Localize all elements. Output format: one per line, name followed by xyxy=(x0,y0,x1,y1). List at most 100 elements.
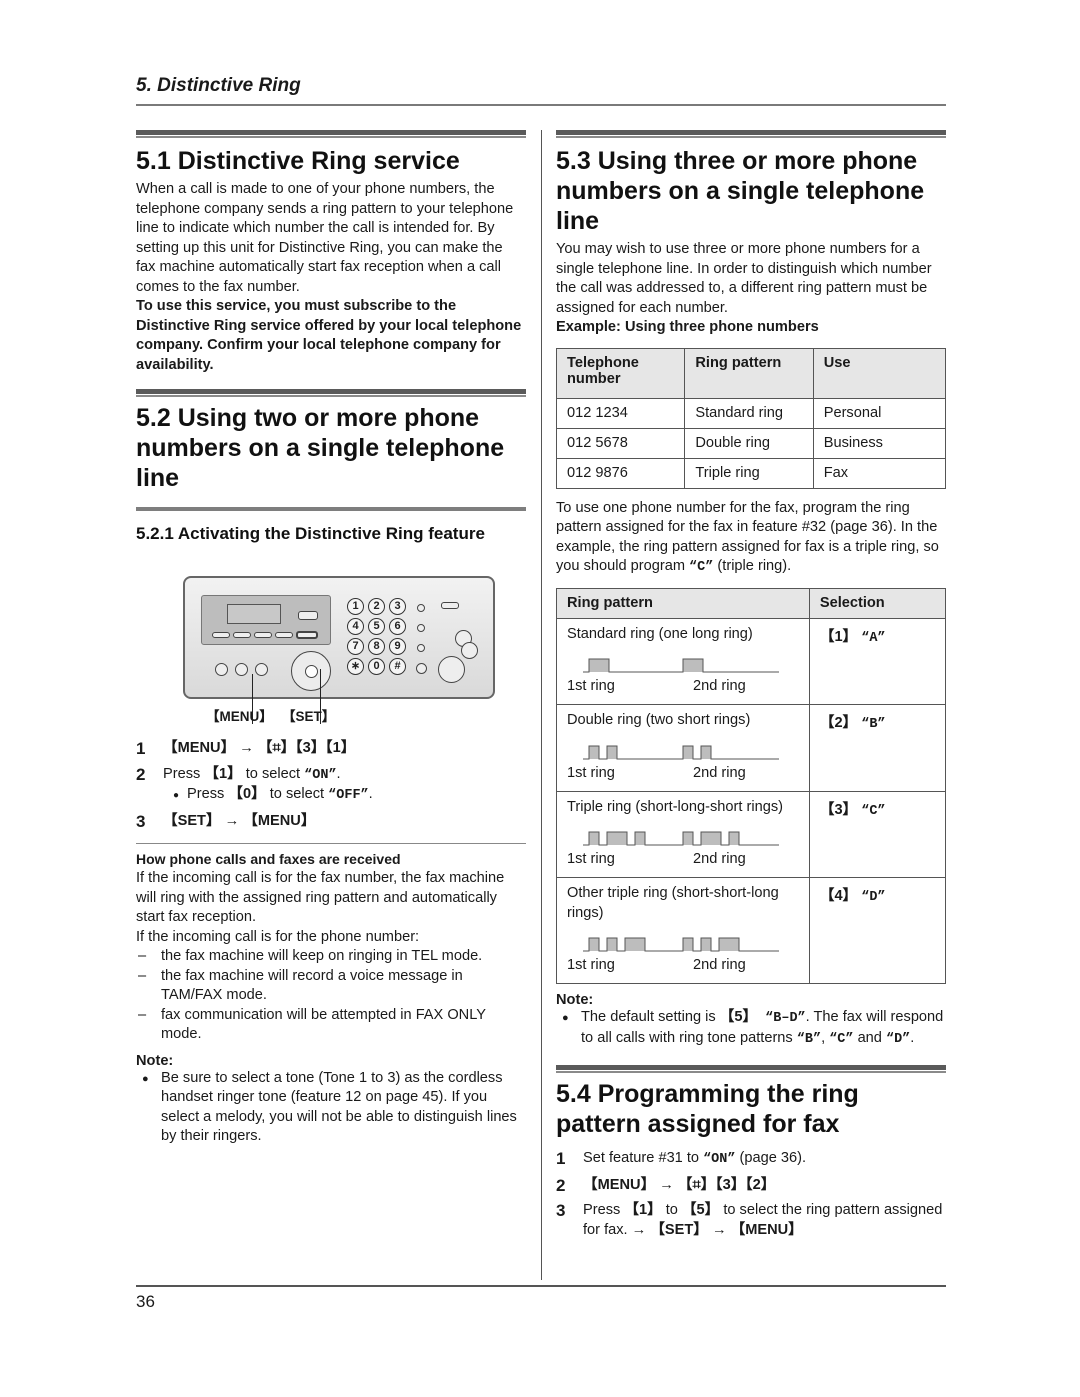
ring-pulse xyxy=(589,659,609,672)
dial-key: 3 xyxy=(389,598,406,615)
step-text: Press xyxy=(163,765,205,782)
ring-pulse xyxy=(701,745,711,759)
step-text: Press xyxy=(583,1202,625,1218)
key: 【0】 xyxy=(228,786,266,802)
arrow: → xyxy=(235,740,258,756)
section-rule xyxy=(556,130,946,138)
arrow: → xyxy=(707,1221,731,1238)
arrow: → xyxy=(655,1176,678,1193)
ring-pulse xyxy=(729,832,739,845)
text: (triple ring). xyxy=(713,558,792,574)
arrow: → xyxy=(220,812,244,829)
lcd-panel xyxy=(201,595,331,645)
menu-key: 【MENU】 xyxy=(730,1221,803,1238)
column-header: Selection xyxy=(808,587,947,619)
step-1: 1 【MENU】 → 【⌗】【3】【1】 xyxy=(136,739,526,759)
function-button xyxy=(275,632,293,638)
key: 【1】 xyxy=(204,765,242,782)
ring-description: Double ring (two short rings) xyxy=(567,712,751,728)
first-ring-label: 1st ring xyxy=(567,851,615,867)
cell-pattern: Double ring xyxy=(684,427,814,459)
step-number: 2 xyxy=(136,764,146,784)
ring-labels: 1st ring 2nd ring xyxy=(567,957,799,977)
dial-key: 5 xyxy=(368,618,385,635)
set-label: 【SET】 xyxy=(282,709,336,724)
note-title: Note: xyxy=(556,992,594,1008)
how-received-title: How phone calls and faxes are received xyxy=(136,851,401,867)
note-list: The default setting is 【5】 “B–D”. The fa… xyxy=(556,1008,946,1049)
table-row: 012 9876 Triple ring Fax xyxy=(555,457,947,489)
key: 【5】 xyxy=(719,1009,758,1025)
note-item: The default setting is 【5】 “B–D”. The fa… xyxy=(556,1008,946,1049)
function-button xyxy=(212,632,230,638)
section-rule xyxy=(136,130,526,138)
function-button xyxy=(296,631,318,639)
note-item: Be sure to select a tone (Tone 1 to 3) a… xyxy=(136,1069,526,1147)
ring-pulse xyxy=(589,745,599,759)
second-ring-label: 2nd ring xyxy=(693,851,746,867)
selection-key: 【2】 xyxy=(819,715,858,731)
round-button xyxy=(235,663,248,676)
dial-key: 6 xyxy=(389,618,406,635)
table-row: 012 5678 Double ring Business xyxy=(555,427,947,459)
table-row: Standard ring (one long ring) 1st ring 2nd… xyxy=(556,617,947,705)
second-ring-label: 2nd ring xyxy=(693,957,746,973)
ring-labels: 1st ring 2nd ring xyxy=(567,765,799,785)
ring-waveform xyxy=(583,831,779,846)
divider xyxy=(136,843,526,844)
section-rule xyxy=(136,389,526,397)
menu-label: 【MENU】 xyxy=(206,709,273,724)
dial-key: ∗ xyxy=(347,658,364,675)
indicator-light xyxy=(416,663,427,674)
subsection-title: 5.2.1 Activating the Distinctive Ring fe… xyxy=(136,524,485,543)
step-text: to select xyxy=(241,765,305,782)
display-value: “D” xyxy=(885,1031,911,1047)
page-number: 36 xyxy=(136,1292,155,1311)
cell-pattern: Double ring (two short rings) 1st ring 2nd… xyxy=(556,704,810,792)
section-5-2: 5.2 Using two or more phone numbers on a… xyxy=(136,389,526,1147)
cell-number: 012 9876 xyxy=(555,457,686,489)
table-header-row: Ring pattern Selection xyxy=(556,587,947,619)
ring-pulse xyxy=(589,832,599,845)
cell-use: Business xyxy=(812,427,947,459)
fax-body: 1 2 3 4 5 6 7 8 9 ∗ 0 # xyxy=(183,576,495,699)
page-header: 5. Distinctive Ring xyxy=(136,74,946,98)
how-received-intro: If the incoming call is for the phone nu… xyxy=(136,928,420,945)
column-header: Ring pattern xyxy=(556,587,810,619)
ring-pulse xyxy=(607,832,627,845)
section-title: 5.4 Programming the ring pattern assigne… xyxy=(556,1080,859,1138)
panel-button xyxy=(298,611,318,620)
step-text: . xyxy=(368,786,373,802)
cell-selection: 【3】 “C” xyxy=(808,790,947,878)
step-text: . xyxy=(336,765,341,782)
menu-button xyxy=(255,663,268,676)
selection-key: 【4】 xyxy=(819,888,858,904)
key: 【5】 xyxy=(681,1202,720,1218)
phone-numbers-table: Telephone number Ring pattern Use 012 12… xyxy=(555,347,947,489)
column-header: Use xyxy=(812,347,947,399)
ring-description: Triple ring (short-long-short rings) xyxy=(567,798,783,815)
section-body: When a call is made to one of your phone… xyxy=(136,181,514,295)
figure-labels: 【MENU】 【SET】 xyxy=(136,705,526,727)
after-table-text: To use one phone number for the fax, pro… xyxy=(556,499,946,578)
mode-list-item: fax communication will be attempted in F… xyxy=(136,1006,526,1045)
step-text: to select xyxy=(265,786,329,802)
note-list: Be sure to select a tone (Tone 1 to 3) a… xyxy=(136,1069,526,1147)
dial-key: 1 xyxy=(347,598,364,615)
step-3: 3 Press 【1】 to 【5】 to select the ring pa… xyxy=(556,1201,946,1240)
dial-key: 0 xyxy=(368,658,385,675)
column-header: Ring pattern xyxy=(684,347,814,399)
footer-rule xyxy=(136,1285,946,1287)
example-title: Example: Using three phone numbers xyxy=(556,319,819,335)
step-number: 2 xyxy=(556,1175,566,1195)
step-text: Press xyxy=(187,786,229,802)
key: 【1】 xyxy=(624,1202,662,1218)
selection-value: “A” xyxy=(861,630,886,646)
mode-list-item: the fax machine will keep on ringing in … xyxy=(136,947,526,967)
step-text: to xyxy=(661,1202,682,1218)
selection-value: “B” xyxy=(861,717,886,732)
round-button xyxy=(215,663,228,676)
step-2: 2 【MENU】 → 【⌗】【3】【2】 xyxy=(556,1176,946,1196)
step-1: 1 Set feature #31 to “ON” (page 36). xyxy=(556,1149,946,1170)
dial-key: 2 xyxy=(368,598,385,615)
